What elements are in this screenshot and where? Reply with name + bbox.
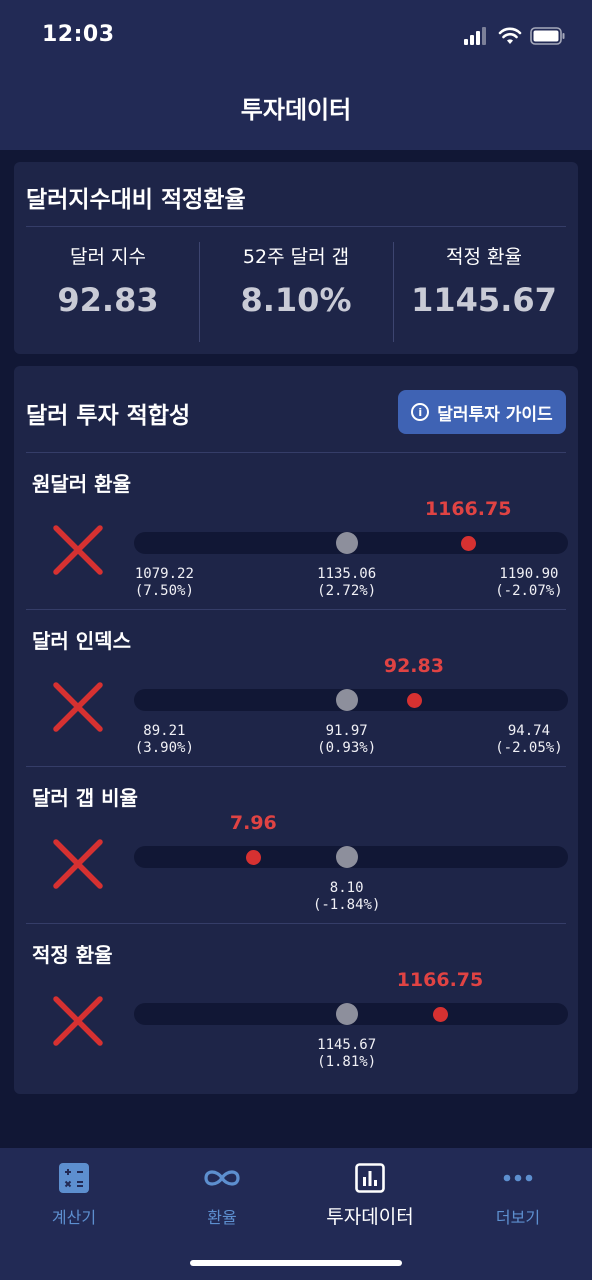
tick-value: 1135.06 — [317, 566, 377, 582]
indicator-label: 적정 환율 — [32, 943, 113, 967]
metric-separator — [199, 242, 200, 342]
indicator-label: 달러 갭 비율 — [32, 786, 138, 810]
indicator-row-fair-rate: 적정 환율 1166.75 1145.67 (1.81%) — [14, 923, 578, 1079]
fitness-title: 달러 투자 적합성 — [26, 403, 191, 429]
fail-x-icon — [53, 682, 103, 732]
battery-icon — [530, 27, 565, 45]
range-tick: 1135.06 (2.72%) — [317, 566, 376, 600]
current-value: 7.96 — [229, 812, 277, 834]
status-time: 12:03 — [42, 22, 115, 47]
app-screen: 12:03 투자데이터 달러지수대비 적정환율 달러 지수 92.83 52주 … — [0, 0, 592, 1280]
tick-value: 1079.22 — [134, 566, 194, 582]
range-tick: 1145.67 (1.81%) — [317, 1037, 376, 1071]
reference-marker — [335, 846, 358, 868]
bar-chart-icon — [355, 1163, 385, 1193]
divider — [26, 226, 566, 227]
more-dots-icon — [503, 1174, 533, 1182]
reference-marker — [335, 532, 358, 554]
tick-value: 1190.90 — [499, 566, 559, 582]
signal-icon — [464, 27, 486, 45]
current-marker — [432, 1007, 448, 1022]
current-value: 92.83 — [383, 655, 444, 677]
dollar-guide-button[interactable]: i 달러투자 가이드 — [398, 390, 566, 434]
metric-value: 92.83 — [57, 281, 159, 319]
metric-value: 1145.67 — [411, 281, 557, 319]
range-tick: 94.74 (-2.05%) — [495, 723, 562, 757]
tab-calculator[interactable]: 계산기 — [0, 1162, 148, 1228]
fail-x-icon — [53, 996, 103, 1046]
range-tick: 8.10 (-1.84%) — [313, 880, 380, 914]
metric-label: 적정 환율 — [446, 246, 522, 268]
metric-dollar-index: 달러 지수 92.83 — [14, 242, 202, 319]
fair-rate-title: 달러지수대비 적정환율 — [26, 187, 246, 213]
indicator-row-dollar-index: 달러 인덱스 92.83 89.21 (3.90%) 91.97 (0.93%) 94.74… — [14, 609, 578, 765]
status-icons — [464, 24, 566, 48]
tick-value: 8.10 — [329, 880, 364, 896]
indicator-row-gap-ratio: 달러 갭 비율 7.96 8.10 (-1.84%) — [14, 766, 578, 922]
tick-percent: (1.81%) — [317, 1054, 377, 1070]
range-tick: 1079.22 (7.50%) — [135, 566, 194, 600]
info-icon: i — [411, 403, 430, 421]
metric-label: 52주 달러 갭 — [242, 246, 350, 268]
fair-rate-card: 달러지수대비 적정환율 달러 지수 92.83 52주 달러 갭 8.10% 적… — [14, 162, 578, 354]
tick-value: 91.97 — [325, 723, 368, 739]
tick-value: 89.21 — [143, 723, 186, 739]
metric-label: 달러 지수 — [70, 246, 146, 268]
current-value: 1166.75 — [396, 969, 484, 991]
range-tick: 1190.90 (-2.07%) — [495, 566, 562, 600]
indicator-label: 달러 인덱스 — [32, 629, 131, 653]
tick-percent: (-2.07%) — [495, 583, 563, 599]
tick-percent: (3.90%) — [134, 740, 194, 756]
header: 12:03 투자데이터 — [0, 0, 592, 150]
metric-52w-gap: 52주 달러 갭 8.10% — [202, 242, 390, 319]
tick-value: 94.74 — [507, 723, 551, 739]
reference-marker — [335, 689, 358, 711]
wifi-icon — [498, 27, 522, 44]
tab-exchange-rate[interactable]: 환율 — [148, 1162, 296, 1228]
indicator-row-krw-usd: 원달러 환율 1166.75 1079.22 (7.50%) 1135.06 (2.72%… — [14, 452, 578, 608]
infinity-icon — [204, 1170, 240, 1186]
calculator-icon — [59, 1163, 89, 1193]
indicator-label: 원달러 환율 — [32, 472, 131, 496]
tick-percent: (2.72%) — [317, 583, 377, 599]
range-tick: 89.21 (3.90%) — [135, 723, 194, 757]
tick-percent: (7.50%) — [134, 583, 194, 599]
metric-value: 8.10% — [240, 281, 352, 319]
reference-marker — [335, 1003, 358, 1025]
tick-percent: (-2.05%) — [495, 740, 563, 756]
fitness-card: 달러 투자 적합성 i 달러투자 가이드 원달러 환율 1166.75 1079.2… — [14, 366, 578, 1094]
current-value: 1166.75 — [424, 498, 512, 520]
tab-label: 더보기 — [495, 1208, 541, 1227]
current-marker — [406, 693, 422, 708]
guide-button-label: 달러투자 가이드 — [437, 404, 553, 425]
tab-more[interactable]: 더보기 — [444, 1162, 592, 1228]
tick-percent: (-1.84%) — [312, 897, 381, 913]
home-indicator — [190, 1260, 402, 1266]
metric-fair-rate: 적정 환율 1145.67 — [390, 242, 578, 319]
page-title: 투자데이터 — [240, 96, 352, 124]
tab-label: 투자데이터 — [326, 1206, 414, 1228]
tab-investment-data[interactable]: 투자데이터 — [296, 1162, 444, 1229]
tab-label: 계산기 — [51, 1208, 97, 1227]
fail-x-icon — [53, 525, 103, 575]
range-tick: 91.97 (0.93%) — [317, 723, 376, 757]
tick-value: 1145.67 — [317, 1037, 377, 1053]
fail-x-icon — [53, 839, 103, 889]
tab-label: 환율 — [207, 1208, 237, 1227]
tick-percent: (0.93%) — [317, 740, 377, 756]
